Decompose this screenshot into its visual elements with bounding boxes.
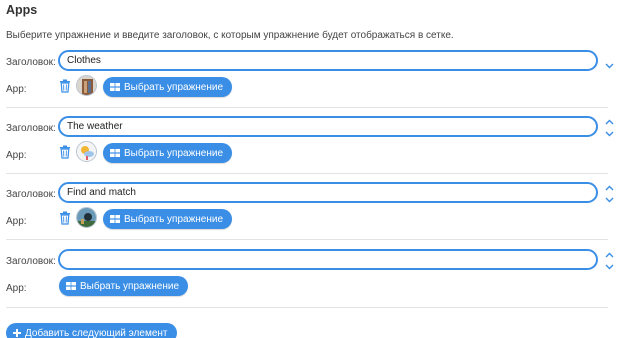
select-exercise-button[interactable]: Выбрать упражнение	[103, 209, 233, 229]
move-up-button[interactable]	[605, 117, 614, 126]
select-exercise-button[interactable]: Выбрать упражнение	[59, 276, 189, 296]
select-exercise-button[interactable]: Выбрать упражнение	[103, 143, 233, 163]
trash-icon[interactable]	[59, 79, 71, 93]
find-match-thumbnail-icon	[76, 207, 97, 228]
select-exercise-button[interactable]: Выбрать упражнение	[103, 77, 233, 97]
grid-icon	[110, 215, 120, 223]
title-label: Заголовок:	[6, 256, 56, 267]
chevron-down-icon	[605, 63, 614, 68]
reorder-controls	[603, 249, 615, 273]
move-down-button[interactable]	[605, 61, 614, 70]
move-up-button[interactable]	[605, 183, 614, 192]
app-item: Заголовок: App: Выбрать упражнение	[0, 249, 624, 315]
move-down-button[interactable]	[605, 195, 614, 204]
grid-icon	[110, 83, 120, 91]
app-label: App:	[6, 84, 27, 95]
title-label: Заголовок:	[6, 189, 56, 200]
divider	[6, 307, 608, 308]
add-next-item-label: Добавить следующий элемент	[25, 327, 168, 338]
app-label: App:	[6, 283, 27, 294]
grid-icon	[66, 282, 76, 290]
select-exercise-label: Выбрать упражнение	[80, 280, 180, 292]
divider	[6, 173, 608, 174]
weather-thumbnail-icon	[76, 141, 97, 162]
chevron-down-icon	[605, 197, 614, 202]
reorder-controls	[603, 116, 615, 140]
page-description: Выберите упражнение и введите заголовок,…	[6, 30, 454, 41]
title-label: Заголовок:	[6, 57, 56, 68]
add-next-item-button[interactable]: Добавить следующий элемент	[6, 323, 178, 338]
chevron-down-icon	[605, 264, 614, 269]
title-input[interactable]	[58, 182, 598, 203]
select-exercise-label: Выбрать упражнение	[124, 147, 224, 159]
move-up-button[interactable]	[605, 250, 614, 259]
title-input[interactable]	[58, 50, 598, 71]
title-label: Заголовок:	[6, 123, 56, 134]
plus-icon	[13, 329, 21, 337]
app-item: Заголовок: App:	[0, 50, 624, 116]
app-item: Заголовок: App:	[0, 182, 624, 248]
move-down-button[interactable]	[605, 262, 614, 271]
divider	[6, 107, 608, 108]
app-label: App:	[6, 150, 27, 161]
chevron-up-icon	[605, 119, 614, 124]
app-label: App:	[6, 216, 27, 227]
reorder-controls	[603, 182, 615, 206]
title-input[interactable]	[58, 249, 598, 270]
chevron-down-icon	[605, 131, 614, 136]
divider	[6, 239, 608, 240]
trash-icon[interactable]	[59, 211, 71, 225]
reorder-controls	[603, 50, 615, 74]
grid-icon	[110, 149, 120, 157]
chevron-up-icon	[605, 185, 614, 190]
app-item: Заголовок: App:	[0, 116, 624, 182]
chevron-up-icon	[605, 252, 614, 257]
trash-icon[interactable]	[59, 145, 71, 159]
select-exercise-label: Выбрать упражнение	[124, 213, 224, 225]
apps-editor: Apps Выберите упражнение и введите загол…	[0, 0, 624, 338]
select-exercise-label: Выбрать упражнение	[124, 81, 224, 93]
title-input[interactable]	[58, 116, 598, 137]
move-down-button[interactable]	[605, 129, 614, 138]
clothes-thumbnail-icon	[76, 75, 97, 96]
page-title: Apps	[6, 3, 38, 17]
